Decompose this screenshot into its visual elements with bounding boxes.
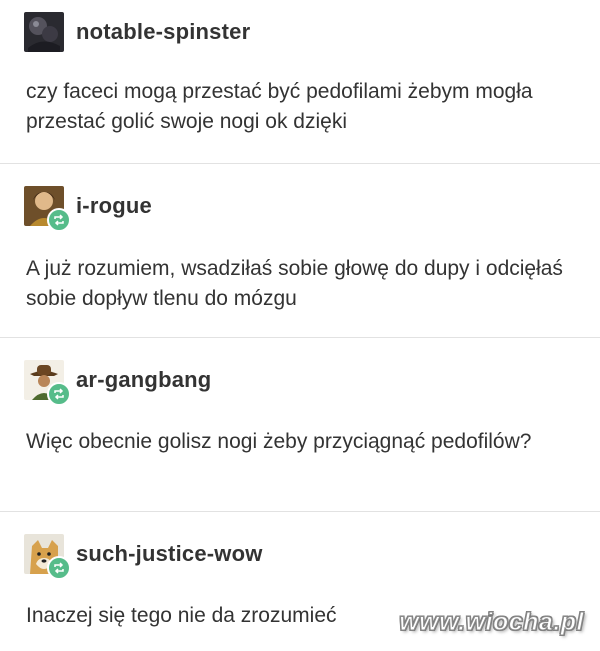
username[interactable]: notable-spinster: [76, 19, 250, 45]
avatar-dark-photo-icon: [24, 12, 64, 52]
post-text: A już rozumiem, wsadziłaś sobie głowę do…: [26, 257, 563, 310]
post-text: czy faceci mogą przestać być pedofilami …: [26, 80, 533, 133]
avatar[interactable]: [24, 360, 71, 406]
reblog-icon: [47, 208, 71, 232]
reblog-icon: [47, 382, 71, 406]
avatar[interactable]: [24, 12, 64, 52]
reblog-icon: [47, 556, 71, 580]
avatar[interactable]: [24, 186, 71, 232]
watermark: www.wiocha.pl: [399, 608, 584, 637]
post-i-rogue: i-rogue A już rozumiem, wsadziłaś sobie …: [0, 164, 600, 337]
avatar[interactable]: [24, 534, 71, 580]
post-ar-gangbang: ar-gangbang Więc obecnie golisz nogi żeb…: [0, 338, 600, 511]
post-notable-spinster: notable-spinster czy faceci mogą przesta…: [0, 0, 600, 163]
username[interactable]: i-rogue: [76, 193, 152, 219]
username[interactable]: such-justice-wow: [76, 541, 263, 567]
post-text: Więc obecnie golisz nogi żeby przyciągną…: [26, 430, 532, 453]
username[interactable]: ar-gangbang: [76, 367, 211, 393]
